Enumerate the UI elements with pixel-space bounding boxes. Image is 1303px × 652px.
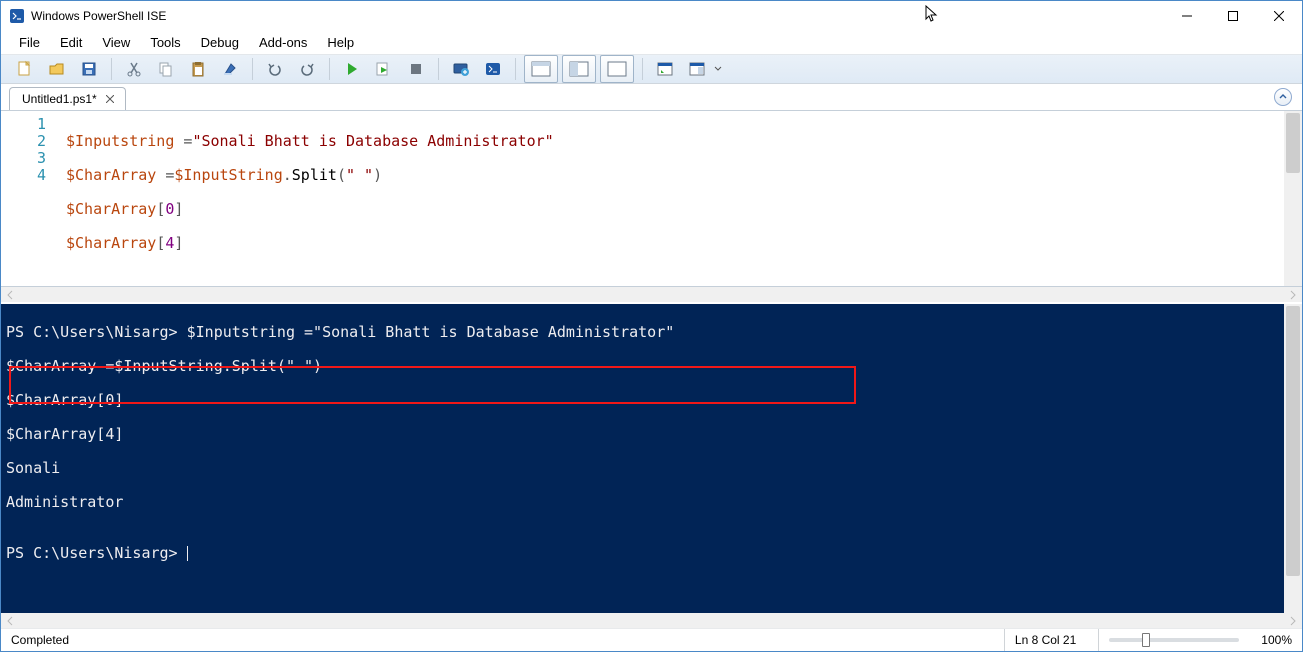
cut-button[interactable] [118,55,150,83]
toolbar-sep [515,58,516,80]
menu-file[interactable]: File [9,32,50,53]
console-line: $CharArray[0] [6,392,1302,409]
line-number: 2 [1,133,46,150]
console-line: $CharArray =$InputString.Split(" ") [6,358,1302,375]
status-text: Completed [11,633,69,647]
menu-view[interactable]: View [92,32,140,53]
cursor-position: Ln 8 Col 21 [1004,629,1086,651]
line-gutter: 1 2 3 4 [1,111,56,286]
zoom-thumb[interactable] [1142,633,1150,647]
paste-button[interactable] [182,55,214,83]
menu-tools[interactable]: Tools [140,32,190,53]
code-line: $CharArray[0] [66,201,1302,218]
toolbar-sep [438,58,439,80]
script-editor-pane: 1 2 3 4 $Inputstring ="Sonali Bhatt is D… [1,110,1302,287]
editor-vscrollbar[interactable] [1284,111,1302,286]
console-pane: PS C:\Users\Nisarg> $Inputstring ="Sonal… [1,302,1302,613]
console[interactable]: PS C:\Users\Nisarg> $Inputstring ="Sonal… [1,304,1302,613]
console-hscrollbar[interactable] [1,613,1302,628]
menu-addons[interactable]: Add-ons [249,32,317,53]
toolbar-sep [111,58,112,80]
menubar: File Edit View Tools Debug Add-ons Help [1,31,1302,54]
script-editor[interactable]: $Inputstring ="Sonali Bhatt is Database … [56,111,1302,286]
app-icon [9,8,25,24]
open-button[interactable] [41,55,73,83]
line-number: 4 [1,167,46,184]
toolbar-sep [329,58,330,80]
window-controls [1164,1,1302,31]
menu-edit[interactable]: Edit [50,32,92,53]
scroll-thumb[interactable] [1286,113,1300,173]
save-button[interactable] [73,55,105,83]
code-line: $CharArray[4] [66,235,1302,252]
console-output: Administrator [6,494,1302,511]
console-prompt: PS C:\Users\Nisarg> [6,544,187,562]
tab-untitled1[interactable]: Untitled1.ps1* [9,87,126,111]
console-vscrollbar[interactable] [1284,304,1302,613]
cursor-icon [925,5,939,23]
collapse-script-button[interactable] [1274,88,1292,106]
menu-help[interactable]: Help [317,32,364,53]
copy-button[interactable] [150,55,182,83]
console-line: $CharArray[4] [6,426,1302,443]
tab-strip: Untitled1.ps1* [1,84,1302,110]
code-line: $Inputstring ="Sonali Bhatt is Database … [66,133,1302,150]
stop-button[interactable] [400,55,432,83]
tab-close-icon[interactable] [103,92,117,106]
new-remote-button[interactable] [445,55,477,83]
toolbar-overflow[interactable] [713,55,723,83]
layout-both-button[interactable] [524,55,558,83]
toolbar [1,54,1302,84]
line-number: 1 [1,116,46,133]
code-line: $CharArray =$InputString.Split(" ") [66,167,1302,184]
close-button[interactable] [1256,1,1302,31]
console-prompt-line: PS C:\Users\Nisarg> [6,545,1302,562]
layout-script-button[interactable] [562,55,596,83]
show-addon-button[interactable] [681,55,713,83]
run-button[interactable] [336,55,368,83]
maximize-button[interactable] [1210,1,1256,31]
titlebar: Windows PowerShell ISE [1,1,1302,31]
menu-debug[interactable]: Debug [191,32,249,53]
run-selection-button[interactable] [368,55,400,83]
undo-button[interactable] [259,55,291,83]
new-button[interactable] [9,55,41,83]
line-number: 3 [1,150,46,167]
powershell-button[interactable] [477,55,509,83]
tab-label: Untitled1.ps1* [22,92,97,106]
zoom-control[interactable] [1098,629,1249,651]
toolbar-sep [252,58,253,80]
scroll-left-icon [5,290,15,300]
zoom-value: 100% [1261,633,1292,647]
layout-console-button[interactable] [600,55,634,83]
console-caret [187,546,188,561]
editor-hscrollbar[interactable] [1,287,1302,302]
scroll-right-icon [1288,290,1298,300]
redo-button[interactable] [291,55,323,83]
toolbar-sep [642,58,643,80]
show-command-button[interactable] [649,55,681,83]
clear-button[interactable] [214,55,246,83]
scroll-thumb[interactable] [1286,306,1300,576]
minimize-button[interactable] [1164,1,1210,31]
zoom-slider[interactable] [1109,638,1239,642]
window-title: Windows PowerShell ISE [31,9,1164,23]
console-line: PS C:\Users\Nisarg> $Inputstring ="Sonal… [6,324,1302,341]
console-output: Sonali [6,460,1302,477]
scroll-right-icon [1288,616,1298,626]
scroll-left-icon [5,616,15,626]
statusbar: Completed Ln 8 Col 21 100% [1,628,1302,651]
